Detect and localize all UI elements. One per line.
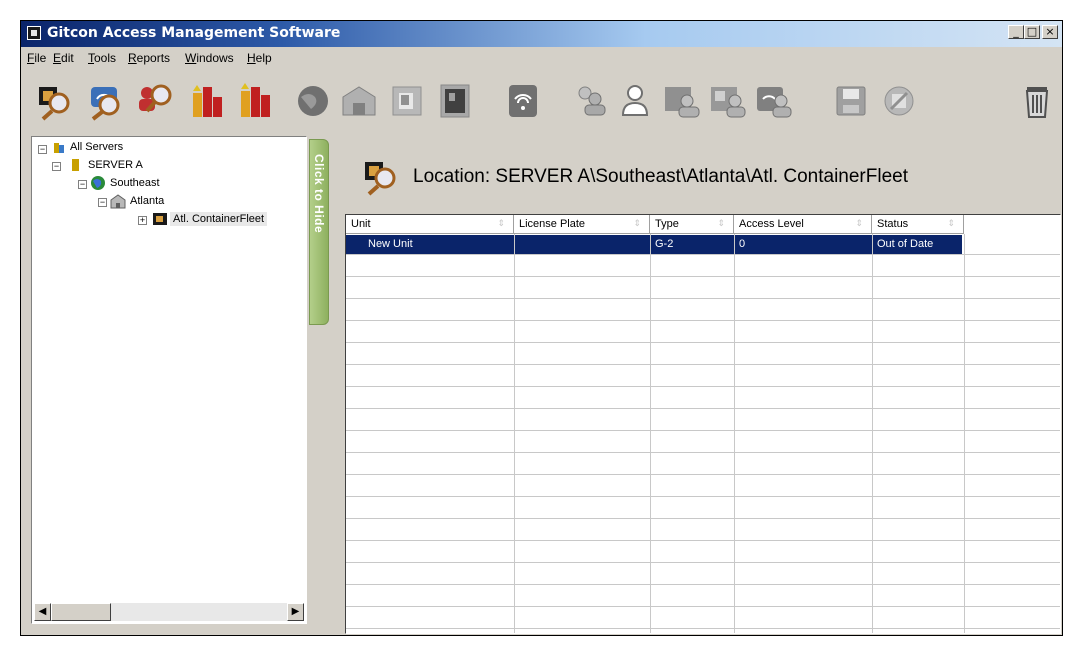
grid-row-line xyxy=(346,474,1060,475)
grid-row-line xyxy=(346,584,1060,585)
grid-row-line xyxy=(346,276,1060,277)
users-icon[interactable] xyxy=(571,81,611,121)
panel-icon xyxy=(153,213,167,225)
menu-reports[interactable]: Reports xyxy=(128,51,170,65)
grid-row-line xyxy=(346,298,1060,299)
menu-tools[interactable]: Tools xyxy=(88,51,116,65)
collapse-region-button[interactable]: − xyxy=(78,180,87,189)
cell-status[interactable]: Out of Date xyxy=(877,238,933,250)
collapse-all-servers-button[interactable]: − xyxy=(38,145,47,154)
menu-edit[interactable]: Edit xyxy=(53,51,74,65)
user-group-remote-icon[interactable] xyxy=(709,81,749,121)
device-icon[interactable] xyxy=(435,81,475,121)
expand-fleet-button[interactable]: + xyxy=(138,216,147,225)
panel-icon[interactable] xyxy=(387,81,427,121)
sort-icon: ⇕ xyxy=(497,218,505,228)
grid-row-line xyxy=(346,518,1060,519)
user-icon[interactable] xyxy=(615,81,655,121)
hide-panel-tab[interactable]: Click to Hide xyxy=(309,139,329,325)
column-header-license-plate[interactable]: License Plate ⇕ xyxy=(514,215,650,234)
app-icon xyxy=(27,26,41,40)
collapse-server-button[interactable]: − xyxy=(52,162,61,171)
grid-row-line xyxy=(346,342,1060,343)
servers-icon xyxy=(54,143,64,153)
grid-column-line xyxy=(872,234,873,633)
grid-column-line xyxy=(514,234,515,633)
menu-file[interactable]: File xyxy=(27,51,46,65)
tree-horizontal-scrollbar[interactable]: ◀ ▶ xyxy=(34,603,304,621)
collapse-city-button[interactable]: − xyxy=(98,198,107,207)
column-header-type[interactable]: Type ⇕ xyxy=(650,215,734,234)
grid-row-line xyxy=(346,628,1060,629)
save-icon[interactable] xyxy=(831,81,871,121)
delete-icon[interactable] xyxy=(1017,81,1057,121)
minimize-button[interactable]: _ xyxy=(1008,25,1024,39)
user-group-wireless-icon[interactable] xyxy=(755,81,795,121)
tree-node-region[interactable]: Southeast xyxy=(110,177,160,189)
grid-row-line xyxy=(346,562,1060,563)
hide-panel-label: Click to Hide xyxy=(312,154,326,234)
column-header-status[interactable]: Status ⇕ xyxy=(872,215,964,234)
cell-unit[interactable]: New Unit xyxy=(368,238,413,250)
table-row[interactable] xyxy=(346,235,962,254)
search-unit-icon[interactable] xyxy=(35,81,75,121)
cancel-icon[interactable] xyxy=(879,81,919,121)
tree-node-fleet[interactable]: Atl. ContainerFleet xyxy=(170,212,268,226)
scroll-right-button[interactable]: ▶ xyxy=(287,603,304,621)
sort-icon: ⇕ xyxy=(717,218,725,228)
sort-icon: ⇕ xyxy=(633,218,641,228)
grid-row-line xyxy=(346,540,1060,541)
grid-row-line xyxy=(346,606,1060,607)
wireless-icon[interactable] xyxy=(503,81,543,121)
server-icon xyxy=(72,159,79,171)
title-bar[interactable]: Gitcon Access Management Software _ □ × xyxy=(21,21,1062,47)
toolbar xyxy=(21,75,1062,131)
maximize-button[interactable]: □ xyxy=(1024,25,1040,39)
location-unit-icon xyxy=(365,162,396,196)
grid-column-line xyxy=(650,234,651,633)
scroll-left-button[interactable]: ◀ xyxy=(34,603,51,621)
grid-row-line xyxy=(346,386,1060,387)
cell-access-level[interactable]: 0 xyxy=(739,238,745,250)
server-tree[interactable]: − All Servers − SERVER A − Southeast − A… xyxy=(31,136,307,624)
user-group-icon[interactable] xyxy=(663,81,703,121)
grid-row-line xyxy=(346,430,1060,431)
grid-row-line xyxy=(346,254,1060,255)
grid-row-line xyxy=(346,408,1060,409)
close-button[interactable]: × xyxy=(1042,25,1058,39)
sort-icon: ⇕ xyxy=(855,218,863,228)
building-icon[interactable] xyxy=(339,81,379,121)
grid-column-line xyxy=(964,234,965,633)
column-header-access-level[interactable]: Access Level ⇕ xyxy=(734,215,872,234)
grid-row-line xyxy=(346,320,1060,321)
grid-column-line xyxy=(734,234,735,633)
search-wireless-icon[interactable] xyxy=(85,81,125,121)
grid-row-line xyxy=(346,364,1060,365)
menu-windows[interactable]: Windows xyxy=(185,51,234,65)
search-users-icon[interactable] xyxy=(135,81,175,121)
sort-icon: ⇕ xyxy=(947,218,955,228)
report-icon[interactable] xyxy=(187,81,227,121)
tree-node-server[interactable]: SERVER A xyxy=(88,159,143,171)
tree-node-city[interactable]: Atlanta xyxy=(130,195,164,207)
grid-row-line xyxy=(346,452,1060,453)
column-header-unit[interactable]: Unit ⇕ xyxy=(346,215,514,234)
tree-node-all-servers[interactable]: All Servers xyxy=(70,141,123,153)
scroll-thumb[interactable] xyxy=(51,603,111,621)
globe-icon[interactable] xyxy=(293,81,333,121)
units-table[interactable]: Unit ⇕ License Plate ⇕ Type ⇕ Access Level ⇕… xyxy=(345,214,1061,634)
menu-help[interactable]: Help xyxy=(247,51,272,65)
report-alt-icon[interactable] xyxy=(235,81,275,121)
grid-row-line xyxy=(346,496,1060,497)
globe-icon xyxy=(91,176,105,190)
app-window: Gitcon Access Management Software _ □ × … xyxy=(20,20,1063,636)
cell-type[interactable]: G-2 xyxy=(655,238,673,250)
building-icon xyxy=(110,194,126,209)
location-path: Location: SERVER A\Southeast\Atlanta\Atl… xyxy=(413,166,908,187)
window-title: Gitcon Access Management Software xyxy=(47,25,341,41)
